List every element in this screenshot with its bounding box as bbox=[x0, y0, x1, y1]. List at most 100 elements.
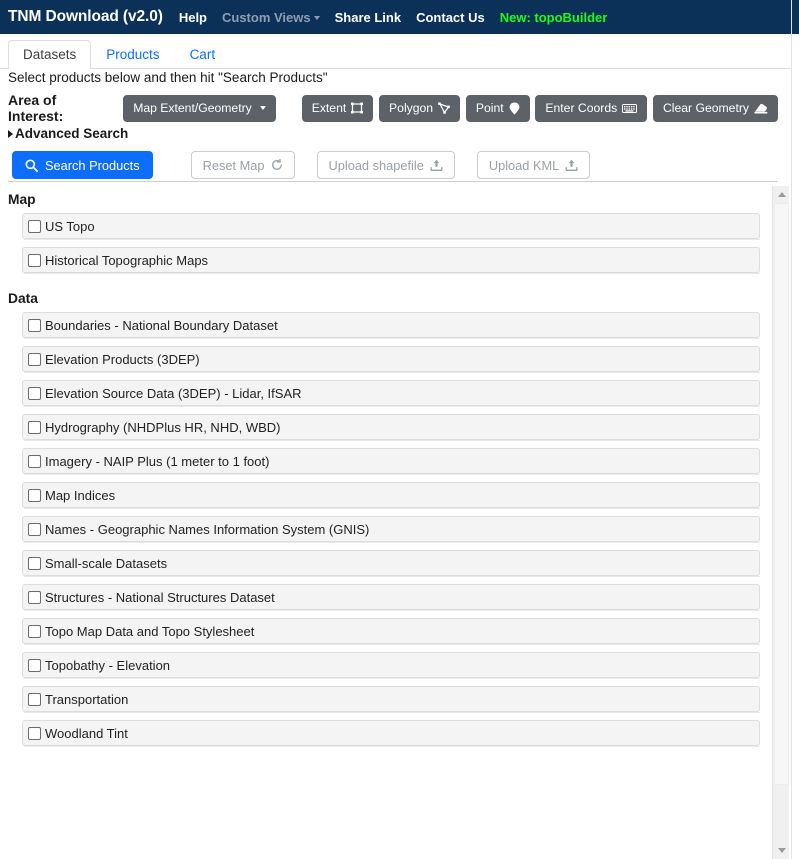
dataset-label: Elevation Source Data (3DEP) - Lidar, If… bbox=[45, 385, 302, 401]
dataset-row-hydrography[interactable]: Hydrography (NHDPlus HR, NHD, WBD) bbox=[22, 414, 760, 441]
dataset-label: Structures - National Structures Dataset bbox=[45, 589, 275, 605]
dataset-checkbox[interactable] bbox=[28, 590, 41, 604]
dataset-row-topo-map-data[interactable]: Topo Map Data and Topo Stylesheet bbox=[22, 618, 760, 645]
tab-bar: Datasets Products Cart bbox=[0, 34, 791, 69]
keyboard-icon bbox=[622, 103, 638, 114]
dataset-checkbox[interactable] bbox=[28, 692, 41, 706]
nav-link-custom-views-label: Custom Views bbox=[222, 9, 311, 25]
nav-link-contact-us[interactable]: Contact Us bbox=[416, 10, 485, 25]
polygon-button-label: Polygon bbox=[389, 100, 434, 115]
dataset-checkbox[interactable] bbox=[28, 624, 41, 638]
enter-coords-button-label: Enter Coords bbox=[545, 100, 618, 115]
dataset-label: Imagery - NAIP Plus (1 meter to 1 foot) bbox=[45, 453, 270, 469]
dataset-row-us-topo[interactable]: US Topo bbox=[22, 213, 760, 240]
advanced-search-toggle[interactable]: Advanced Search bbox=[8, 126, 128, 141]
scroll-up-arrow-icon[interactable] bbox=[773, 186, 790, 203]
scrollbar-thumb[interactable] bbox=[774, 203, 789, 785]
dataset-checkbox[interactable] bbox=[28, 556, 41, 570]
action-button-row: Search Products Reset Map Upload shapefi… bbox=[12, 151, 591, 179]
group-items-map: US Topo Historical Topographic Maps bbox=[0, 213, 772, 274]
dataset-row-small-scale-datasets[interactable]: Small-scale Datasets bbox=[22, 550, 760, 577]
dataset-row-topobathy-elevation[interactable]: Topobathy - Elevation bbox=[22, 652, 760, 679]
dataset-checkbox[interactable] bbox=[28, 219, 41, 233]
dataset-label: Transportation bbox=[45, 691, 129, 707]
tab-cart[interactable]: Cart bbox=[175, 40, 231, 70]
chevron-down-icon bbox=[313, 15, 320, 20]
upload-shapefile-label: Upload shapefile bbox=[328, 157, 424, 173]
eraser-icon bbox=[754, 103, 768, 114]
dataset-checkbox[interactable] bbox=[28, 386, 41, 400]
dataset-row-elevation-source-data[interactable]: Elevation Source Data (3DEP) - Lidar, If… bbox=[22, 380, 760, 407]
dataset-row-historical-topographic-maps[interactable]: Historical Topographic Maps bbox=[22, 247, 760, 274]
scroll-up-triangle bbox=[777, 192, 786, 197]
upload-icon bbox=[565, 159, 578, 172]
dataset-checkbox[interactable] bbox=[28, 726, 41, 740]
point-button[interactable]: Point bbox=[465, 94, 530, 122]
area-of-interest-toolbar: Area of Interest: Map Extent/Geometry Ex… bbox=[8, 92, 778, 124]
dataset-checkbox[interactable] bbox=[28, 454, 41, 468]
nav-link-share-link[interactable]: Share Link bbox=[335, 10, 401, 25]
clear-geometry-button-label: Clear Geometry bbox=[662, 100, 749, 115]
dataset-label: Woodland Tint bbox=[45, 725, 128, 741]
dataset-row-structures[interactable]: Structures - National Structures Dataset bbox=[22, 584, 760, 611]
map-extent-geometry-dropdown[interactable]: Map Extent/Geometry bbox=[123, 94, 276, 122]
extent-button[interactable]: Extent bbox=[301, 94, 374, 122]
tab-products[interactable]: Products bbox=[91, 40, 174, 70]
nav-link-custom-views[interactable]: Custom Views bbox=[222, 10, 320, 25]
reset-map-label: Reset Map bbox=[202, 157, 265, 173]
scroll-down-arrow-icon[interactable] bbox=[773, 842, 790, 859]
datasets-list: Map US Topo Historical Topographic Maps … bbox=[0, 186, 772, 754]
group-items-data: Boundaries - National Boundary Dataset E… bbox=[0, 312, 772, 747]
dataset-checkbox[interactable] bbox=[28, 318, 41, 332]
page-right-edge bbox=[791, 0, 799, 859]
dataset-row-elevation-products[interactable]: Elevation Products (3DEP) bbox=[22, 346, 760, 373]
enter-coords-button[interactable]: Enter Coords bbox=[535, 94, 648, 122]
upload-icon bbox=[430, 159, 443, 172]
search-products-button[interactable]: Search Products bbox=[12, 151, 153, 179]
polygon-button[interactable]: Polygon bbox=[379, 94, 461, 122]
dataset-row-map-indices[interactable]: Map Indices bbox=[22, 482, 760, 509]
section-divider bbox=[8, 181, 778, 182]
top-navbar: TNM Download (v2.0) Help Custom Views Sh… bbox=[0, 0, 791, 34]
dataset-row-imagery-naip-plus[interactable]: Imagery - NAIP Plus (1 meter to 1 foot) bbox=[22, 448, 760, 475]
dataset-row-woodland-tint[interactable]: Woodland Tint bbox=[22, 720, 760, 747]
dataset-label: Map Indices bbox=[45, 487, 116, 503]
search-icon bbox=[25, 159, 38, 172]
dataset-label: Elevation Products (3DEP) bbox=[45, 351, 200, 367]
dataset-checkbox[interactable] bbox=[28, 522, 41, 536]
nav-link-help[interactable]: Help bbox=[179, 10, 207, 25]
dataset-row-transportation[interactable]: Transportation bbox=[22, 686, 760, 713]
datasets-panel: Map US Topo Historical Topographic Maps … bbox=[0, 186, 791, 859]
map-extent-geometry-label: Map Extent/Geometry bbox=[133, 100, 252, 115]
clear-geometry-button[interactable]: Clear Geometry bbox=[652, 94, 778, 122]
dataset-checkbox[interactable] bbox=[28, 658, 41, 672]
scroll-down-triangle bbox=[777, 848, 786, 853]
dataset-checkbox[interactable] bbox=[28, 253, 41, 267]
dataset-checkbox[interactable] bbox=[28, 488, 41, 502]
nav-link-new-topobuilder[interactable]: New: topoBuilder bbox=[500, 10, 608, 25]
page-right-edge-navbar-fill bbox=[792, 0, 799, 34]
reset-map-button[interactable]: Reset Map bbox=[190, 151, 295, 179]
datasets-scrollbar[interactable] bbox=[772, 186, 789, 859]
group-title-map: Map bbox=[8, 192, 36, 207]
refresh-icon bbox=[271, 159, 283, 171]
upload-kml-button[interactable]: Upload KML bbox=[476, 151, 591, 179]
search-products-label: Search Products bbox=[45, 157, 140, 173]
dataset-checkbox[interactable] bbox=[28, 420, 41, 434]
dataset-row-names-gnis[interactable]: Names - Geographic Names Information Sys… bbox=[22, 516, 760, 543]
dataset-label: Topo Map Data and Topo Stylesheet bbox=[45, 623, 255, 639]
dataset-label: US Topo bbox=[45, 218, 95, 234]
upload-shapefile-button[interactable]: Upload shapefile bbox=[316, 151, 455, 179]
chevron-down-icon bbox=[259, 105, 266, 110]
dataset-row-boundaries[interactable]: Boundaries - National Boundary Dataset bbox=[22, 312, 760, 339]
dataset-label: Names - Geographic Names Information Sys… bbox=[45, 521, 370, 537]
dataset-checkbox[interactable] bbox=[28, 352, 41, 366]
instruction-text: Select products below and then hit "Sear… bbox=[8, 70, 328, 85]
advanced-search-label: Advanced Search bbox=[15, 126, 129, 141]
chevron-right-icon bbox=[8, 129, 13, 138]
app-brand-title: TNM Download (v2.0) bbox=[8, 8, 163, 25]
group-title-data: Data bbox=[8, 291, 38, 306]
tnm-download-page: TNM Download (v2.0) Help Custom Views Sh… bbox=[0, 0, 799, 859]
tab-datasets[interactable]: Datasets bbox=[8, 39, 92, 69]
dataset-label: Topobathy - Elevation bbox=[45, 657, 171, 673]
